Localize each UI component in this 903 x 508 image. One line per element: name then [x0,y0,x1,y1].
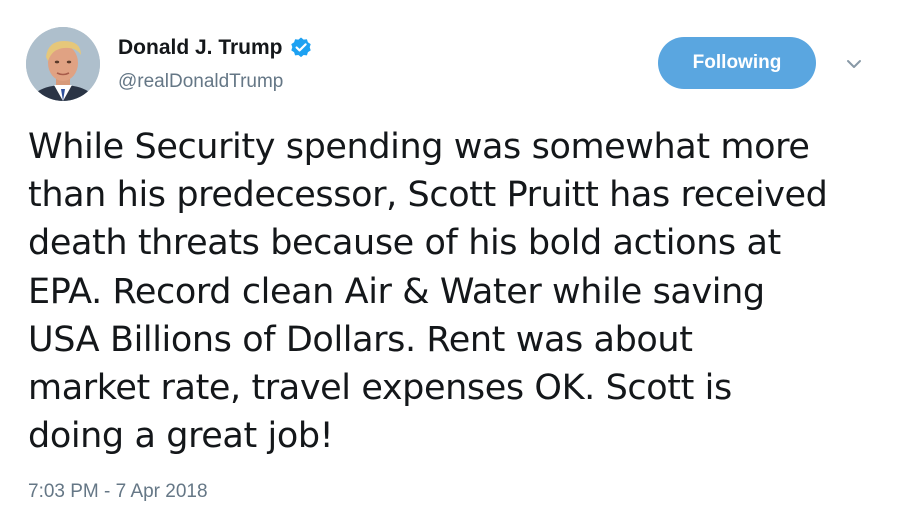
tweet-timestamp[interactable]: 7:03 PM - 7 Apr 2018 [28,481,208,503]
tweet-text: While Security spending was somewhat mor… [28,123,888,460]
tweet-card: Donald J. Trump @realDonaldTrump Followi… [0,0,903,508]
user-handle[interactable]: @realDonaldTrump [118,71,283,93]
verified-badge-icon [289,36,313,60]
display-name[interactable]: Donald J. Trump [118,36,283,60]
tweet-text-line: death threats because of his bold action… [28,223,781,264]
avatar-portrait-icon [26,27,100,101]
tweet-text-line: than his predecessor, Scott Pruitt has r… [28,175,828,216]
chevron-down-icon[interactable] [842,52,866,76]
tweet-text-line: EPA. Record clean Air & Water while savi… [28,271,765,312]
avatar[interactable] [26,27,100,101]
following-button[interactable]: Following [658,37,816,89]
tweet-text-line: market rate, travel expenses OK. Scott i… [28,368,732,409]
tweet-text-line: doing a great job! [28,416,334,457]
tweet-text-line: While Security spending was somewhat mor… [28,127,810,167]
tweet-text-line: USA Billions of Dollars. Rent was about [28,319,693,360]
name-row: Donald J. Trump [118,34,313,62]
